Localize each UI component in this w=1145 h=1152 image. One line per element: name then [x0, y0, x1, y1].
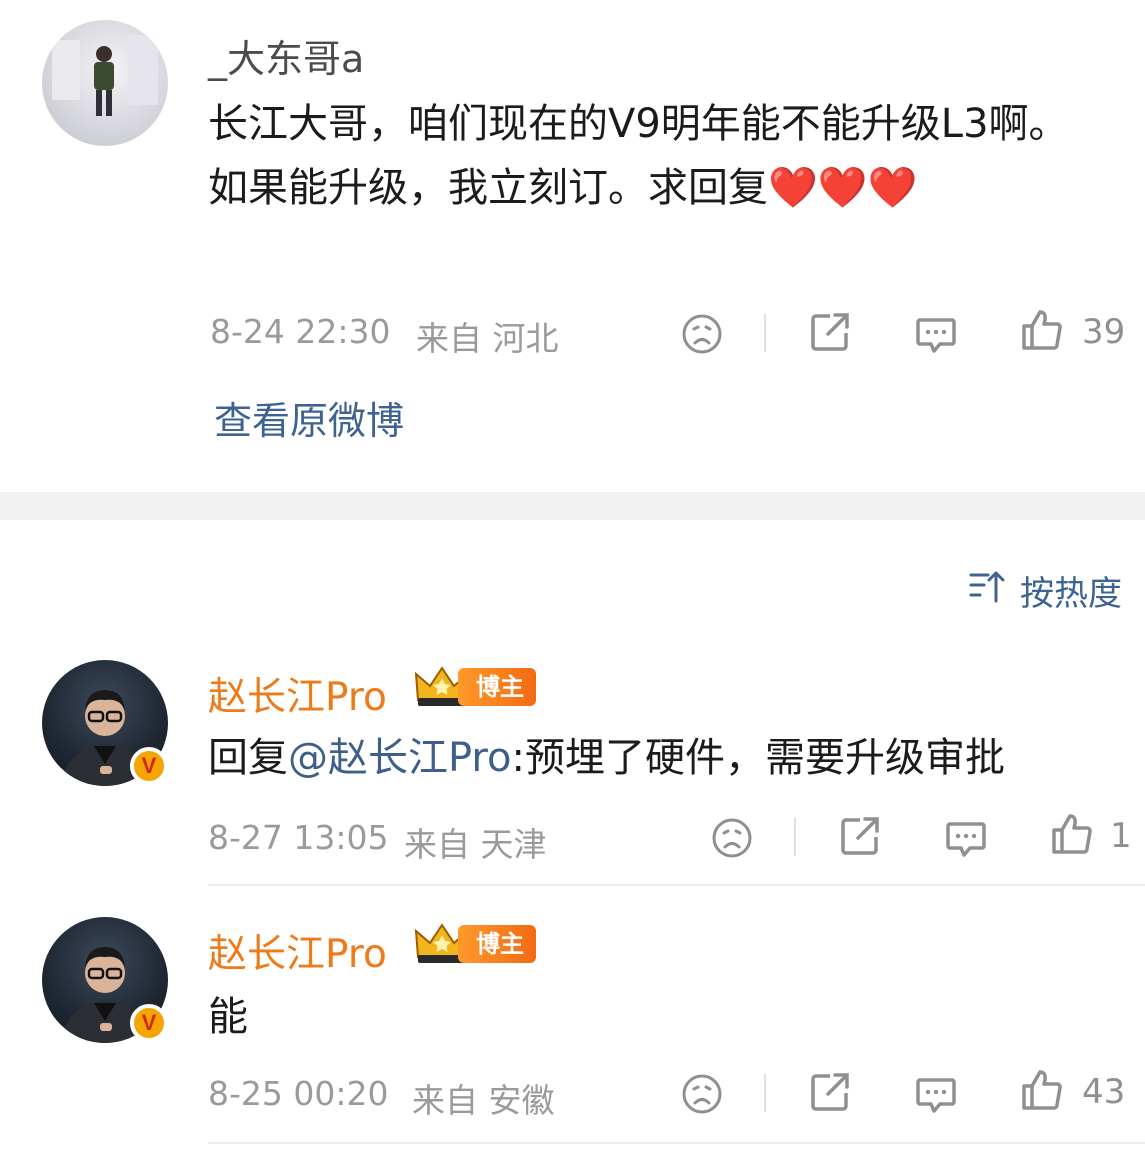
username[interactable]: _大东哥a — [208, 28, 364, 83]
comment-text: 长江大哥，咱们现在的V9明年能不能升级L3啊。如果能升级，我立刻订。求回复❤️❤… — [208, 92, 1108, 220]
person-photo-icon — [52, 35, 158, 116]
section-divider — [0, 492, 1145, 520]
divider — [764, 1074, 766, 1112]
reply-location: 来自 天津 — [404, 825, 547, 864]
reply-prefix: 回复 — [208, 735, 288, 781]
row-divider — [208, 884, 1145, 886]
share-icon[interactable] — [838, 814, 882, 858]
username[interactable]: 赵长江Pro — [208, 666, 387, 722]
comment-icon[interactable] — [914, 312, 958, 356]
avatar[interactable] — [42, 20, 168, 146]
comment-icon[interactable] — [914, 1072, 958, 1116]
share-icon[interactable] — [808, 1070, 852, 1114]
reply-timestamp: 8-25 00:20 — [208, 1074, 389, 1113]
sad-face-icon[interactable] — [680, 312, 724, 356]
sad-face-icon[interactable] — [680, 1072, 724, 1116]
comment-timestamp: 8-24 22:30 — [210, 312, 391, 351]
like-icon[interactable] — [1020, 1068, 1064, 1112]
reply-timestamp: 8-27 13:05 — [208, 818, 389, 857]
blogger-badge: 博主 — [458, 668, 536, 706]
comment-location: 来自 河北 — [416, 319, 559, 358]
like-count: 43 — [1082, 1072, 1126, 1112]
verified-badge-icon: V — [130, 1004, 168, 1042]
reply-text: 回复@赵长江Pro:预埋了硬件，需要升级审批 — [208, 726, 1128, 790]
share-icon[interactable] — [808, 310, 852, 354]
verified-badge-icon: V — [130, 747, 168, 785]
divider — [794, 818, 796, 856]
reply-body: :预埋了硬件，需要升级审批 — [511, 735, 1005, 781]
comment-body: 长江大哥，咱们现在的V9明年能不能升级L3啊。如果能升级，我立刻订。求回复❤️❤… — [208, 101, 1069, 211]
blogger-badge: 博主 — [458, 925, 536, 963]
row-divider — [208, 1142, 1145, 1144]
like-icon[interactable] — [1050, 812, 1094, 856]
divider — [764, 314, 766, 352]
sad-face-icon[interactable] — [710, 816, 754, 860]
like-count: 1 — [1110, 816, 1132, 856]
view-original-link[interactable]: 查看原微博 — [214, 390, 404, 445]
sort-icon[interactable] — [968, 567, 1008, 607]
reply-location: 来自 安徽 — [412, 1081, 555, 1120]
comment-icon[interactable] — [944, 816, 988, 860]
sort-label[interactable]: 按热度 — [1020, 566, 1122, 615]
reply-text: 能 — [208, 994, 248, 1040]
like-icon[interactable] — [1020, 308, 1064, 352]
mention-link[interactable]: @赵长江Pro — [288, 735, 511, 781]
username[interactable]: 赵长江Pro — [208, 923, 387, 979]
like-count: 39 — [1082, 312, 1126, 352]
